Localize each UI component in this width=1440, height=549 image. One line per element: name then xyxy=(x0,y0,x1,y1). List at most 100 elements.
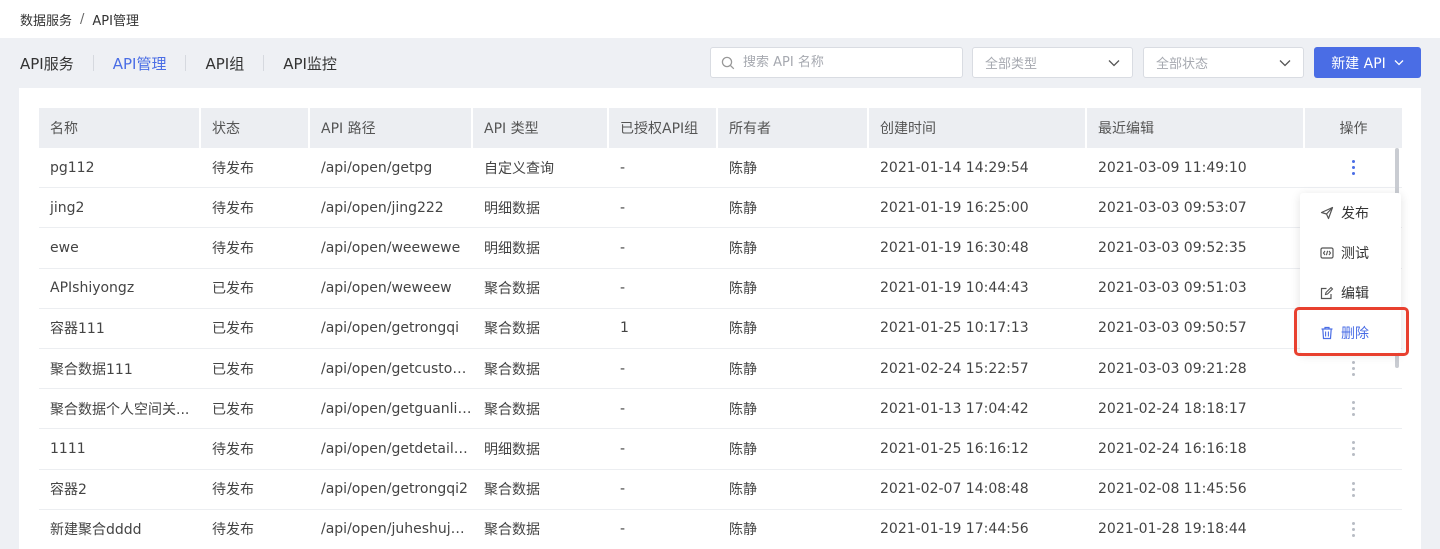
column-header-type: API 类型 xyxy=(473,108,609,148)
name-cell: jing2 xyxy=(39,188,201,229)
new-api-button[interactable]: 新建 API xyxy=(1314,47,1421,78)
tab-api-services[interactable]: API服务 xyxy=(20,53,74,74)
path-cell: /api/open/getrongqi xyxy=(310,309,473,349)
groups-cell: - xyxy=(609,228,718,269)
kebab-dot xyxy=(1352,447,1355,451)
owner-cell: 陈静 xyxy=(718,188,869,229)
groups-cell: - xyxy=(609,188,718,229)
created-cell: 2021-01-14 14:29:54 xyxy=(869,148,1087,189)
breadcrumb: 数据服务 / API管理 xyxy=(0,0,1440,38)
more-actions-icon[interactable] xyxy=(1352,361,1355,377)
groups-cell: - xyxy=(609,510,718,549)
edited-cell: 2021-03-03 09:53:07 xyxy=(1087,188,1305,229)
table-row[interactable]: ewe 待发布/api/open/weewewe 明细数据 - 陈静 2021-01-19… xyxy=(39,228,1402,269)
status-cell: 待发布 xyxy=(201,148,310,189)
path-cell: /api/open/getcustom... xyxy=(310,349,473,390)
kebab-dot xyxy=(1352,521,1355,525)
path-cell: /api/open/weewewe xyxy=(310,228,473,269)
table-row[interactable]: jing2 待发布/api/open/jing222 明细数据 - 陈静 2021-01-… xyxy=(39,188,1402,229)
name-cell: APIshiyongz xyxy=(39,269,201,309)
kebab-dot xyxy=(1352,533,1355,537)
table-row[interactable]: 容器2 待发布/api/open/getrongqi2 聚合数据 - 陈静 2021-02… xyxy=(39,470,1402,510)
status-cell: 已发布 xyxy=(201,389,310,430)
created-cell: 2021-01-25 16:16:12 xyxy=(869,429,1087,470)
path-cell: /api/open/getrongqi2 xyxy=(310,470,473,510)
owner-cell: 陈静 xyxy=(718,269,869,309)
type-cell: 聚合数据 xyxy=(473,309,609,349)
table-row[interactable]: APIshiyongz 已发布/api/open/weweew 聚合数据 - 陈静 202… xyxy=(39,269,1402,309)
tab-api-monitor[interactable]: API监控 xyxy=(283,53,337,74)
kebab-dot xyxy=(1352,160,1355,164)
send-icon xyxy=(1320,206,1334,220)
name-cell: 1111 xyxy=(39,429,201,470)
type-cell: 聚合数据 xyxy=(473,269,609,309)
more-actions-icon[interactable] xyxy=(1352,521,1355,537)
path-cell: /api/open/juheshuju11 xyxy=(310,510,473,549)
type-cell: 聚合数据 xyxy=(473,349,609,390)
kebab-dot xyxy=(1352,441,1355,445)
toolbar: API服务 API管理 API组 API监控 全部类型 全部状态 新建 API xyxy=(0,38,1440,88)
actions-cell xyxy=(1305,148,1402,189)
created-cell: 2021-02-07 14:08:48 xyxy=(869,470,1087,510)
status-cell: 已发布 xyxy=(201,349,310,390)
menu-item-publish[interactable]: 发布 xyxy=(1300,193,1401,233)
created-cell: 2021-02-24 15:22:57 xyxy=(869,349,1087,390)
tab-api-management[interactable]: API管理 xyxy=(113,53,167,74)
menu-item-test[interactable]: 测试 xyxy=(1300,233,1401,273)
table-row[interactable]: 新建聚合dddd 待发布/api/open/juheshuju11 聚合数据 - 陈静 2… xyxy=(39,510,1402,549)
owner-cell: 陈静 xyxy=(718,470,869,510)
api-table-wrapper: 名称 状态 API 路径 API 类型 已授权API组 所有者 创建时间 最近编… xyxy=(39,108,1402,549)
name-cell: 容器111 xyxy=(39,309,201,349)
more-actions-icon[interactable] xyxy=(1352,401,1355,417)
created-cell: 2021-01-19 16:25:00 xyxy=(869,188,1087,229)
table-row[interactable]: 1111 待发布/api/open/getdetailsss 明细数据 - 陈静 2021… xyxy=(39,429,1402,470)
chevron-down-icon xyxy=(1108,59,1120,66)
edited-cell: 2021-03-03 09:50:57 xyxy=(1087,309,1305,349)
groups-cell: - xyxy=(609,148,718,189)
table-row[interactable]: pg112 待发布/api/open/getpg 自定义查询 - 陈静 2021-01-1… xyxy=(39,148,1402,189)
kebab-dot xyxy=(1352,407,1355,411)
kebab-dot xyxy=(1352,373,1355,377)
groups-cell: - xyxy=(609,429,718,470)
table-row[interactable]: 聚合数据111 已发布/api/open/getcustom... 聚合数据 - 陈静 2… xyxy=(39,349,1402,390)
type-filter-select[interactable]: 全部类型 xyxy=(972,47,1133,78)
search-icon xyxy=(721,56,735,69)
kebab-dot xyxy=(1352,493,1355,497)
tab-api-groups[interactable]: API组 xyxy=(205,53,244,74)
kebab-dot xyxy=(1352,487,1355,491)
table-row[interactable]: 容器111 已发布/api/open/getrongqi 聚合数据 1 陈静 2021-0… xyxy=(39,309,1402,349)
more-actions-icon[interactable] xyxy=(1352,441,1355,457)
more-actions-icon[interactable] xyxy=(1352,481,1355,497)
groups-cell: 1 xyxy=(609,309,718,349)
status-cell: 待发布 xyxy=(201,510,310,549)
kebab-dot xyxy=(1352,481,1355,485)
status-filter-select[interactable]: 全部状态 xyxy=(1143,47,1304,78)
edited-cell: 2021-03-09 11:49:10 xyxy=(1087,148,1305,189)
edited-cell: 2021-03-03 09:51:03 xyxy=(1087,269,1305,309)
path-cell: /api/open/weweew xyxy=(310,269,473,309)
delete-highlight-annotation xyxy=(1294,307,1409,356)
status-cell: 待发布 xyxy=(201,228,310,269)
column-header-path: API 路径 xyxy=(310,108,473,148)
owner-cell: 陈静 xyxy=(718,228,869,269)
name-cell: 容器2 xyxy=(39,470,201,510)
search-input[interactable] xyxy=(743,55,943,70)
tab-divider xyxy=(185,55,187,71)
actions-cell xyxy=(1305,389,1402,430)
owner-cell: 陈静 xyxy=(718,309,869,349)
kebab-dot xyxy=(1352,367,1355,371)
breadcrumb-root[interactable]: 数据服务 xyxy=(20,10,72,29)
kebab-dot xyxy=(1352,166,1355,170)
table-row[interactable]: 聚合数据个人空间关... 已发布/api/open/getguanlia... 聚合… xyxy=(39,389,1402,430)
type-cell: 聚合数据 xyxy=(473,470,609,510)
new-api-label: 新建 API xyxy=(1331,55,1386,72)
edited-cell: 2021-03-03 09:21:28 xyxy=(1087,349,1305,390)
edit-icon xyxy=(1320,286,1334,300)
created-cell: 2021-01-25 10:17:13 xyxy=(869,309,1087,349)
type-cell: 聚合数据 xyxy=(473,389,609,430)
more-actions-icon[interactable] xyxy=(1352,160,1355,176)
owner-cell: 陈静 xyxy=(718,510,869,549)
groups-cell: - xyxy=(609,389,718,430)
type-cell: 聚合数据 xyxy=(473,510,609,549)
actions-cell xyxy=(1305,429,1402,470)
